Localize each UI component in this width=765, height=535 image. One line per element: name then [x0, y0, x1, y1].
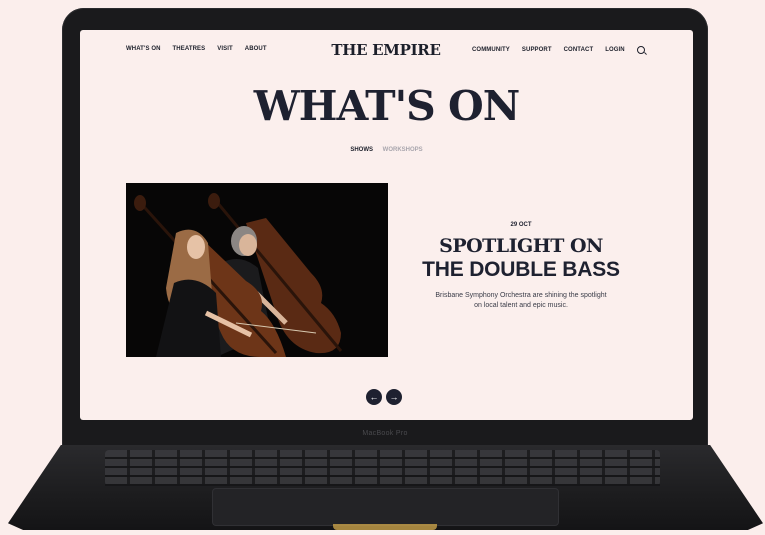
tab-workshops[interactable]: WORKSHOPS	[383, 147, 423, 153]
trackpad	[212, 488, 559, 526]
carousel-controls: ← →	[366, 389, 402, 405]
nav-link-about[interactable]: ABOUT	[245, 46, 267, 52]
laptop-screen: WHAT'S ON THEATRES VISIT ABOUT THE EMPIR…	[80, 30, 693, 420]
event-description: Brisbane Symphony Orchestra are shining …	[435, 292, 607, 309]
arrow-left-icon: ←	[369, 392, 379, 402]
event-date: 29 OCT	[510, 222, 532, 228]
nav-link-community[interactable]: COMMUNITY	[472, 47, 510, 53]
nav-right: COMMUNITY SUPPORT CONTACT LOGIN	[472, 46, 645, 54]
event-details: 29 OCT SPOTLIGHT ON THE DOUBLE BASS Bris…	[402, 222, 640, 311]
nav-link-login[interactable]: LOGIN	[605, 47, 625, 53]
site-nav: WHAT'S ON THEATRES VISIT ABOUT THE EMPIR…	[80, 30, 693, 70]
nav-link-whats-on[interactable]: WHAT'S ON	[126, 46, 161, 52]
site-logo[interactable]: THE EMPIRE	[330, 41, 442, 59]
event-title-line1[interactable]: SPOTLIGHT ON	[402, 235, 640, 257]
nav-link-support[interactable]: SUPPORT	[522, 47, 552, 53]
nav-link-theatres[interactable]: THEATRES	[173, 46, 206, 52]
nav-link-visit[interactable]: VISIT	[217, 46, 233, 52]
keyboard	[105, 450, 660, 486]
category-tabs: SHOWS WORKSHOPS	[80, 147, 693, 153]
search-icon[interactable]	[636, 46, 645, 54]
page-title: WHAT'S ON	[253, 82, 521, 130]
lid-notch	[333, 524, 437, 530]
tab-shows[interactable]: SHOWS	[350, 147, 373, 153]
nav-link-contact[interactable]: CONTACT	[564, 47, 594, 53]
event-title-line2[interactable]: THE DOUBLE BASS	[402, 258, 640, 282]
nav-left: WHAT'S ON THEATRES VISIT ABOUT	[126, 46, 267, 52]
event-photo[interactable]	[126, 183, 388, 357]
arrow-right-icon: →	[389, 392, 399, 402]
carousel-next-button[interactable]: →	[386, 389, 402, 405]
double-bass-image	[126, 183, 388, 357]
device-label: MacBook Pro	[362, 430, 408, 437]
carousel-prev-button[interactable]: ←	[366, 389, 382, 405]
